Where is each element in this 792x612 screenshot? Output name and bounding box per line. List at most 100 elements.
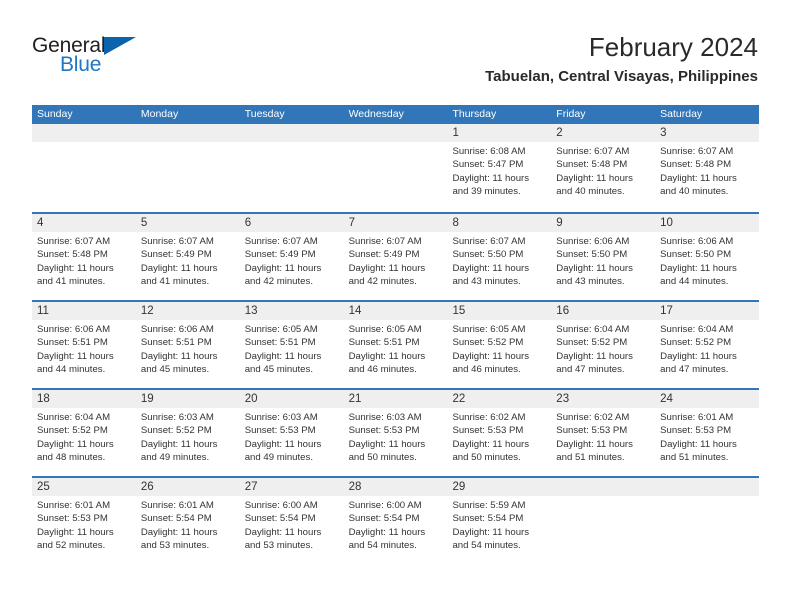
day-detail-line: Sunrise: 6:01 AM	[37, 500, 111, 511]
day-number: 17	[660, 305, 673, 317]
calendar-day-cell[interactable]: 20 Sunrise: 6:03 AM Sunset: 5:53 PM Dayligh…	[240, 390, 344, 476]
calendar-day-cell[interactable]: 11 Sunrise: 6:06 AM Sunset: 5:51 PM Dayligh…	[32, 302, 136, 388]
calendar-day-cell[interactable]: 3 Sunrise: 6:07 AM Sunset: 5:48 PM Daylight…	[655, 124, 759, 212]
day-detail-line: Daylight: 11 hours	[140, 438, 218, 450]
calendar-day-cell[interactable]: 19 Sunrise: 6:03 AM Sunset: 5:52 PM Dayligh…	[136, 390, 240, 476]
calendar-day-cell[interactable]: 5 Sunrise: 6:07 AM Sunset: 5:49 PM Daylight…	[136, 214, 240, 300]
calendar-day-cell[interactable]: 21 Sunrise: 6:03 AM Sunset: 5:53 PM Dayligh…	[344, 390, 448, 476]
day-detail-line: and 45 minutes.	[244, 364, 313, 376]
calendar-day-cell[interactable]: 24 Sunrise: 6:01 AM Sunset: 5:53 PM Dayligh…	[655, 390, 759, 476]
day-detail-line: Sunrise: 6:07 AM	[660, 146, 734, 157]
day-detail-line: Sunset: 5:52 PM	[140, 425, 212, 437]
day-detail-line: Daylight: 11 hours	[556, 438, 633, 450]
day-detail-line: Sunset: 5:54 PM	[140, 513, 212, 525]
day-detail-line: and 52 minutes.	[37, 540, 106, 552]
day-detail-lines: Sunrise: 6:07 AM Sunset: 5:49 PM Daylight:…	[245, 235, 344, 289]
calendar-day-cell[interactable]: 2 Sunrise: 6:07 AM Sunset: 5:48 PM Daylight…	[551, 124, 655, 212]
day-detail-line: Daylight: 11 hours	[452, 172, 530, 184]
calendar-day-cell[interactable]: 27 Sunrise: 6:00 AM Sunset: 5:54 PM Dayligh…	[240, 478, 344, 564]
day-detail-lines: Sunrise: 6:07 AM Sunset: 5:48 PM Daylight:…	[556, 145, 655, 199]
day-detail-line: Daylight: 11 hours	[140, 262, 218, 274]
calendar-day-cell[interactable]: 28 Sunrise: 6:00 AM Sunset: 5:54 PM Dayligh…	[344, 478, 448, 564]
day-detail-line: Sunrise: 6:00 AM	[244, 500, 318, 511]
day-detail-line: Sunrise: 6:00 AM	[348, 500, 422, 511]
day-detail-line: Sunrise: 6:07 AM	[452, 236, 526, 247]
calendar-day-cell[interactable]: 8 Sunrise: 6:07 AM Sunset: 5:50 PM Daylight…	[447, 214, 551, 300]
calendar-day-cell[interactable]: 18 Sunrise: 6:04 AM Sunset: 5:52 PM Dayligh…	[32, 390, 136, 476]
day-detail-line: Sunrise: 6:07 AM	[348, 236, 422, 247]
day-detail-lines: Sunrise: 5:59 AM Sunset: 5:54 PM Daylight:…	[452, 499, 551, 553]
day-detail-line: and 54 minutes.	[348, 540, 417, 552]
day-detail-lines: Sunrise: 6:07 AM Sunset: 5:49 PM Daylight:…	[141, 235, 240, 289]
calendar-day-cell[interactable]: 1 Sunrise: 6:08 AM Sunset: 5:47 PM Daylight…	[447, 124, 551, 212]
calendar-week-cells: 25 Sunrise: 6:01 AM Sunset: 5:53 PM Dayligh…	[32, 478, 759, 564]
calendar-day-cell[interactable]: 26 Sunrise: 6:01 AM Sunset: 5:54 PM Dayligh…	[136, 478, 240, 564]
calendar-week-row: 11 Sunrise: 6:06 AM Sunset: 5:51 PM Dayligh…	[32, 300, 759, 388]
day-detail-line: Sunset: 5:48 PM	[660, 159, 732, 171]
calendar-day-cell[interactable]: 17 Sunrise: 6:04 AM Sunset: 5:52 PM Dayligh…	[655, 302, 759, 388]
brand-logo[interactable]: General Blue	[32, 34, 212, 86]
day-detail-line: and 46 minutes.	[348, 364, 417, 376]
day-detail-line: Sunset: 5:48 PM	[556, 159, 628, 171]
calendar-day-cell[interactable]: 25 Sunrise: 6:01 AM Sunset: 5:53 PM Dayligh…	[32, 478, 136, 564]
day-detail-lines: Sunrise: 6:07 AM Sunset: 5:50 PM Daylight:…	[452, 235, 551, 289]
day-detail-line: and 42 minutes.	[244, 276, 313, 288]
day-detail-line: Sunrise: 6:07 AM	[244, 236, 318, 247]
calendar-day-cell[interactable]: 9 Sunrise: 6:06 AM Sunset: 5:50 PM Daylight…	[551, 214, 655, 300]
day-detail-line: Sunrise: 6:04 AM	[556, 324, 630, 335]
day-number: 6	[244, 217, 252, 229]
calendar-day-cell[interactable]: 6 Sunrise: 6:07 AM Sunset: 5:49 PM Daylight…	[240, 214, 344, 300]
calendar-day-cell[interactable]: 7 Sunrise: 6:07 AM Sunset: 5:49 PM Daylight…	[344, 214, 448, 300]
calendar-empty-cell	[136, 124, 240, 212]
day-detail-lines: Sunrise: 6:02 AM Sunset: 5:53 PM Daylight:…	[556, 411, 655, 465]
day-detail-line: and 49 minutes.	[140, 452, 210, 464]
day-detail-line: Sunrise: 6:07 AM	[37, 236, 111, 247]
calendar-day-cell[interactable]: 13 Sunrise: 6:05 AM Sunset: 5:51 PM Dayligh…	[240, 302, 344, 388]
day-detail-line: and 48 minutes.	[37, 452, 106, 464]
day-detail-line: Sunset: 5:51 PM	[244, 337, 316, 349]
weekday-header-monday: Monday	[140, 108, 179, 120]
calendar-day-cell[interactable]: 4 Sunrise: 6:07 AM Sunset: 5:48 PM Daylight…	[32, 214, 136, 300]
calendar-week-cells: 1 Sunrise: 6:08 AM Sunset: 5:47 PM Daylight…	[32, 124, 759, 212]
day-detail-line: Sunrise: 6:02 AM	[556, 412, 630, 423]
day-detail-line: Daylight: 11 hours	[452, 438, 530, 450]
calendar-day-cell[interactable]: 15 Sunrise: 6:05 AM Sunset: 5:52 PM Dayligh…	[447, 302, 551, 388]
calendar-day-cell[interactable]: 23 Sunrise: 6:02 AM Sunset: 5:53 PM Dayligh…	[551, 390, 655, 476]
brand-name-blue: Blue	[60, 53, 102, 76]
calendar-week-row: 4 Sunrise: 6:07 AM Sunset: 5:48 PM Daylight…	[32, 212, 759, 300]
day-detail-lines: Sunrise: 6:01 AM Sunset: 5:54 PM Daylight:…	[141, 499, 240, 553]
calendar-empty-cell	[240, 124, 344, 212]
day-detail-lines: Sunrise: 6:05 AM Sunset: 5:51 PM Daylight:…	[245, 323, 344, 377]
day-detail-line: and 51 minutes.	[556, 452, 625, 464]
calendar-day-cell[interactable]: 14 Sunrise: 6:05 AM Sunset: 5:51 PM Dayligh…	[344, 302, 448, 388]
day-detail-line: Sunrise: 6:04 AM	[37, 412, 111, 423]
day-detail-lines: Sunrise: 6:06 AM Sunset: 5:50 PM Daylight:…	[556, 235, 655, 289]
day-detail-line: Sunset: 5:53 PM	[37, 513, 108, 525]
day-detail-line: and 41 minutes.	[140, 276, 210, 288]
day-detail-line: Daylight: 11 hours	[140, 526, 218, 538]
day-detail-line: Sunrise: 5:59 AM	[452, 500, 526, 511]
day-detail-line: and 43 minutes.	[452, 276, 521, 288]
day-detail-line: Sunset: 5:54 PM	[244, 513, 316, 525]
day-detail-line: and 47 minutes.	[660, 364, 729, 376]
day-number: 8	[452, 217, 459, 229]
day-detail-line: Sunset: 5:51 PM	[348, 337, 420, 349]
day-number: 2	[556, 127, 563, 139]
title-block: February 2024 Tabuelan, Central Visayas,…	[485, 30, 758, 88]
day-detail-lines: Sunrise: 6:08 AM Sunset: 5:47 PM Daylight:…	[452, 145, 551, 199]
day-number: 16	[556, 305, 570, 317]
calendar-day-cell[interactable]: 16 Sunrise: 6:04 AM Sunset: 5:52 PM Dayligh…	[551, 302, 655, 388]
day-detail-line: Daylight: 11 hours	[452, 526, 530, 538]
day-detail-line: Sunrise: 6:02 AM	[452, 412, 526, 423]
calendar-day-cell[interactable]: 12 Sunrise: 6:06 AM Sunset: 5:51 PM Dayligh…	[136, 302, 240, 388]
calendar-day-cell[interactable]: 22 Sunrise: 6:02 AM Sunset: 5:53 PM Dayligh…	[447, 390, 551, 476]
day-detail-lines: Sunrise: 6:01 AM Sunset: 5:53 PM Daylight:…	[37, 499, 136, 553]
day-detail-line: Sunrise: 6:06 AM	[660, 236, 734, 247]
calendar-day-cell[interactable]: 10 Sunrise: 6:06 AM Sunset: 5:50 PM Dayligh…	[655, 214, 759, 300]
weekday-header-row: Sunday Monday Tuesday Wednesday Thursday Frid…	[32, 105, 759, 124]
day-detail-line: Daylight: 11 hours	[140, 350, 218, 362]
calendar-day-cell[interactable]: 29 Sunrise: 5:59 AM Sunset: 5:54 PM Dayligh…	[447, 478, 551, 564]
day-detail-line: Daylight: 11 hours	[660, 172, 737, 184]
day-detail-line: and 50 minutes.	[452, 452, 521, 464]
weekday-header-friday: Friday	[556, 108, 586, 120]
